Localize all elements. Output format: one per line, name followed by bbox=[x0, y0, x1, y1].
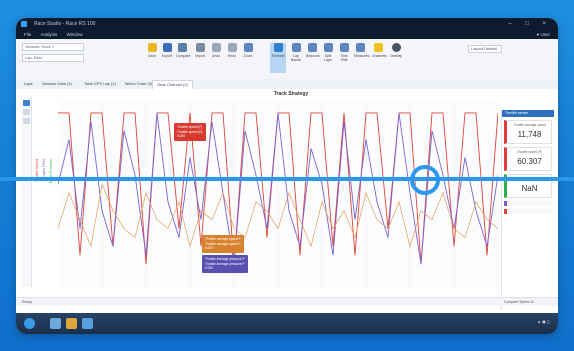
zoom-tool-icon[interactable] bbox=[22, 109, 30, 115]
value-card-value: NaN bbox=[521, 184, 538, 193]
lap-bands-icon bbox=[291, 43, 301, 52]
export-icon bbox=[162, 43, 172, 52]
menu-analysis[interactable]: Analysis bbox=[41, 32, 58, 37]
values-panel-header: Throttle sensor bbox=[502, 110, 554, 117]
undo-button[interactable]: Undo bbox=[210, 43, 222, 58]
zoom-icon bbox=[243, 43, 253, 52]
split-laps-icon bbox=[323, 43, 333, 52]
menu-window[interactable]: Window bbox=[67, 32, 83, 37]
start-button-icon[interactable] bbox=[24, 318, 35, 329]
undo-icon bbox=[211, 43, 221, 52]
tab-gear-channel[interactable]: Gear Channel (2) bbox=[152, 80, 193, 89]
tooltip-orange: Throttle average speed P Throttle averag… bbox=[202, 235, 244, 253]
tooltip-red-line-1: Throttle speed (F) bbox=[177, 125, 203, 129]
focus-marker-ring bbox=[410, 165, 440, 195]
measures-button[interactable]: Measures bbox=[354, 43, 369, 58]
lap-bands-button[interactable]: Lap Bands bbox=[290, 43, 302, 62]
beacons-button[interactable]: Beacons bbox=[306, 43, 320, 58]
menu-bar: File Analysis Window ● User bbox=[16, 30, 558, 39]
y-axis-label-rpm: Engine RPM bbox=[42, 159, 46, 179]
tooltip-purple-line-1: Throttle Average pressure P bbox=[205, 257, 245, 261]
user-menu[interactable]: ● User bbox=[537, 30, 550, 39]
export-button[interactable]: Export bbox=[161, 43, 173, 58]
beacons-icon bbox=[307, 43, 317, 52]
plot-toolbar bbox=[21, 97, 32, 287]
import-icon bbox=[195, 43, 205, 52]
tooltip-orange-line-1: Throttle average speed P bbox=[205, 237, 241, 241]
tooltip-red-line-3: 0.000 bbox=[177, 134, 185, 138]
tab-gps-lap[interactable]: Total GPS Lap (1) bbox=[80, 80, 120, 88]
save-icon bbox=[147, 43, 157, 52]
status-text: Ready bbox=[22, 300, 33, 304]
measures-icon bbox=[355, 43, 365, 52]
window-title: Race Studio - Race RS 100 bbox=[34, 21, 96, 27]
layout-select[interactable]: Layout Default bbox=[468, 45, 502, 53]
window-controls[interactable]: – □ × bbox=[508, 18, 552, 30]
ribbon-toolbar: Session: Race 1 Lap: Best Save Export Co… bbox=[16, 39, 558, 80]
time-shift-button[interactable]: Time Shift bbox=[338, 43, 350, 62]
zoom-button[interactable]: Zoom bbox=[242, 43, 254, 58]
session-select[interactable]: Session: Race 1 bbox=[22, 43, 84, 51]
folder-icon[interactable] bbox=[66, 318, 77, 329]
time-shift-icon bbox=[339, 43, 349, 52]
focus-guide-line bbox=[0, 177, 574, 181]
overlay-button[interactable]: Overlay bbox=[390, 43, 402, 58]
compare-button[interactable]: Compare bbox=[176, 43, 190, 58]
tab-session-data[interactable]: Session Data (1) bbox=[38, 80, 76, 88]
tab-laps[interactable]: Laps bbox=[20, 80, 37, 88]
explorer-icon[interactable] bbox=[50, 318, 61, 329]
tooltip-purple-line-3: 0.000 bbox=[205, 266, 213, 270]
tooltip-red: Throttle speed (F) Throttle speed (R) 0.… bbox=[174, 123, 206, 141]
overlay-icon bbox=[391, 43, 401, 52]
title-bar: Race Studio - Race RS 100 – □ × bbox=[16, 18, 558, 30]
split-laps-button[interactable]: Split Laps bbox=[322, 43, 334, 62]
menu-file[interactable]: File bbox=[24, 32, 31, 37]
save-button[interactable]: Save bbox=[146, 43, 158, 58]
value-card-avg-speed[interactable]: Throttle average speed 11,748 bbox=[504, 120, 552, 144]
channels-button[interactable]: Channels bbox=[372, 43, 387, 58]
app-logo-icon bbox=[21, 21, 27, 27]
redo-button[interactable]: Redo bbox=[226, 43, 238, 58]
browser-icon[interactable] bbox=[82, 318, 93, 329]
cursor-tool-icon[interactable] bbox=[22, 100, 30, 106]
value-card-value: 11,748 bbox=[517, 130, 542, 139]
value-card-label: Throttle average speed bbox=[513, 123, 546, 127]
plot-title: Track Strategy bbox=[273, 91, 309, 97]
value-card-speed-p[interactable]: Throttle speed (P) 60.307 bbox=[504, 147, 552, 171]
os-taskbar: ▲ ◼ ◻ bbox=[16, 313, 558, 334]
pan-tool-icon[interactable] bbox=[22, 118, 30, 124]
channels-icon bbox=[373, 43, 383, 52]
system-tray: ▲ ◼ ◻ bbox=[537, 319, 550, 324]
value-card-collapsed[interactable] bbox=[504, 201, 552, 206]
timeline-button[interactable]: Timeline bbox=[270, 43, 286, 73]
value-card-value: 60.307 bbox=[517, 157, 542, 166]
app-window: Race Studio - Race RS 100 – □ × File Ana… bbox=[16, 18, 558, 334]
tooltip-purple: Throttle Average pressure P Throttle Ave… bbox=[202, 255, 248, 273]
compare-icon bbox=[177, 43, 187, 52]
playback-controls[interactable]: Compare Speed 1x bbox=[504, 298, 534, 306]
tab-tables-chart[interactable]: Tables Chart (3) bbox=[120, 80, 156, 88]
timeline-icon bbox=[273, 43, 283, 52]
values-panel: Throttle sensor Throttle average speed 1… bbox=[501, 110, 554, 310]
analysis-area: Track Strategy Throttle Speed Engine RPM… bbox=[16, 89, 558, 310]
tooltip-orange-line-3: 0.000 bbox=[205, 246, 213, 250]
value-card-label: Throttle speed (P) bbox=[516, 150, 543, 154]
redo-icon bbox=[227, 43, 237, 52]
lap-select[interactable]: Lap: Best bbox=[22, 54, 84, 62]
status-bar: Ready Compare Speed 1x bbox=[16, 297, 558, 306]
value-card-collapsed[interactable] bbox=[504, 209, 552, 214]
import-button[interactable]: Import bbox=[194, 43, 206, 58]
